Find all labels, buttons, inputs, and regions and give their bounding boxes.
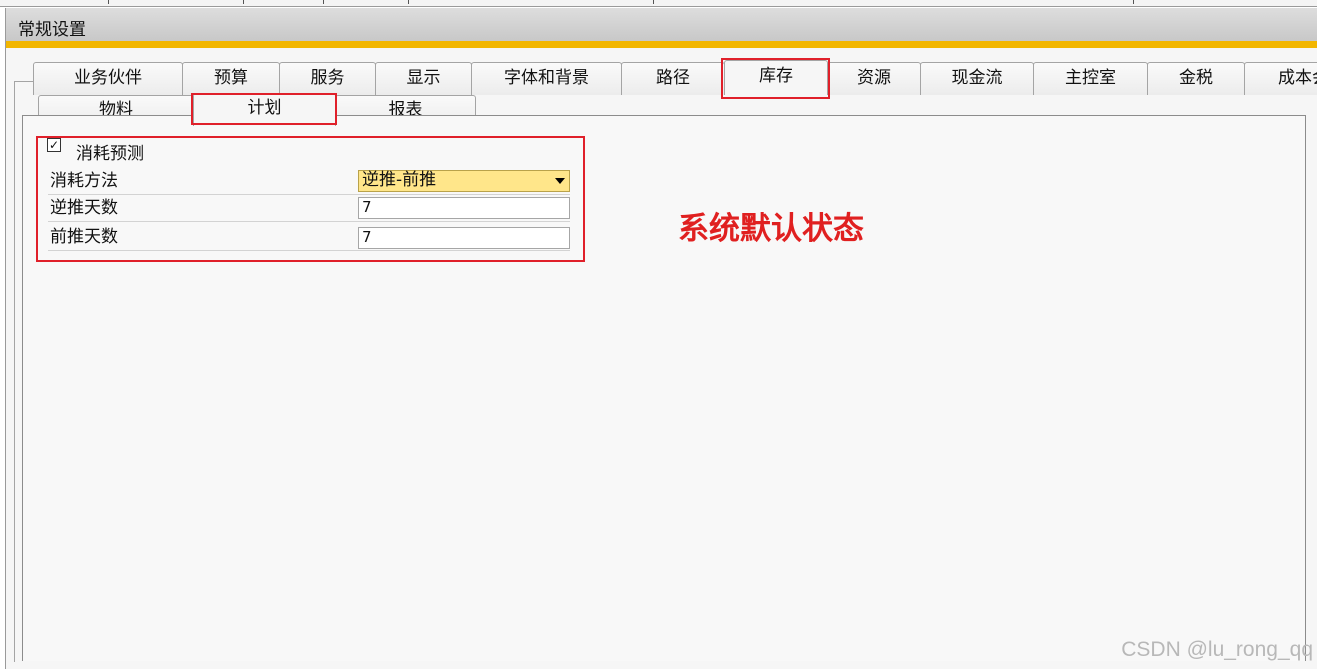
title-bar[interactable]: 常规设置 [6, 8, 1317, 41]
strip-segment [243, 0, 324, 4]
window-title: 常规设置 [18, 20, 86, 40]
consumption-method-select[interactable]: 逆推-前推 [358, 170, 570, 192]
tab-budget[interactable]: 预算 [182, 62, 280, 95]
strip-segment [653, 0, 1134, 4]
planning-panel [22, 115, 1306, 661]
tab-label: 现金流 [951, 68, 1003, 88]
row-divider [48, 221, 570, 222]
strip-segment [323, 0, 409, 4]
row-divider [48, 194, 570, 195]
tab-label: 主控室 [1065, 68, 1116, 88]
tab-label: 成本会 [1278, 68, 1317, 88]
forward-days-input[interactable]: 7 [358, 227, 570, 249]
tab-business-partners[interactable]: 业务伙伴 [33, 62, 183, 95]
chevron-down-icon [555, 178, 565, 184]
tab-label: 业务伙伴 [74, 68, 142, 88]
screen: 常规设置 业务伙伴 预算 服务 显示 字体和背景 路径 库存 资源 现金流 主控… [0, 0, 1317, 669]
tab-label: 字体和背景 [504, 68, 589, 88]
strip-segment [408, 0, 654, 4]
subtab-planning[interactable]: 计划 [193, 93, 336, 126]
tab-label: 预算 [214, 68, 248, 88]
consumption-method-value: 逆推-前推 [362, 170, 437, 190]
tab-label: 资源 [857, 68, 891, 88]
tab-inventory[interactable]: 库存 [724, 60, 828, 95]
tab-service[interactable]: 服务 [279, 62, 376, 95]
tab-cockpit[interactable]: 主控室 [1033, 62, 1148, 95]
subtab-label: 计划 [247, 98, 282, 118]
tab-label: 路径 [656, 68, 690, 88]
check-mark-icon: ✓ [48, 138, 60, 152]
tab-cash-flow[interactable]: 现金流 [920, 62, 1034, 95]
tab-font-and-background[interactable]: 字体和背景 [471, 62, 622, 95]
strip-segment [0, 0, 109, 4]
tab-label: 金税 [1179, 68, 1213, 88]
tab-label: 服务 [310, 68, 345, 88]
tab-path[interactable]: 路径 [621, 62, 725, 95]
tab-label: 库存 [759, 66, 793, 86]
consumption-method-label: 消耗方法 [50, 171, 118, 191]
annotation-default-state: 系统默认状态 [678, 211, 864, 247]
backward-days-label: 逆推天数 [50, 198, 118, 218]
strip-segment [108, 0, 244, 4]
consumption-forecast-label: 消耗预测 [76, 144, 144, 164]
watermark: CSDN @lu_rong_qq [1121, 638, 1313, 661]
tab-golden-tax[interactable]: 金税 [1147, 62, 1245, 95]
consumption-forecast-checkbox[interactable]: ✓ [47, 138, 61, 152]
row-divider [48, 250, 570, 251]
parent-window-strip [0, 0, 1317, 7]
tab-display[interactable]: 显示 [375, 62, 472, 95]
tab-label: 显示 [406, 68, 441, 88]
forward-days-label: 前推天数 [50, 227, 118, 247]
tab-cost-accounting[interactable]: 成本会 [1244, 62, 1317, 95]
accent-bar [6, 41, 1317, 48]
tab-resources[interactable]: 资源 [827, 62, 921, 95]
backward-days-input[interactable]: 7 [358, 197, 570, 219]
